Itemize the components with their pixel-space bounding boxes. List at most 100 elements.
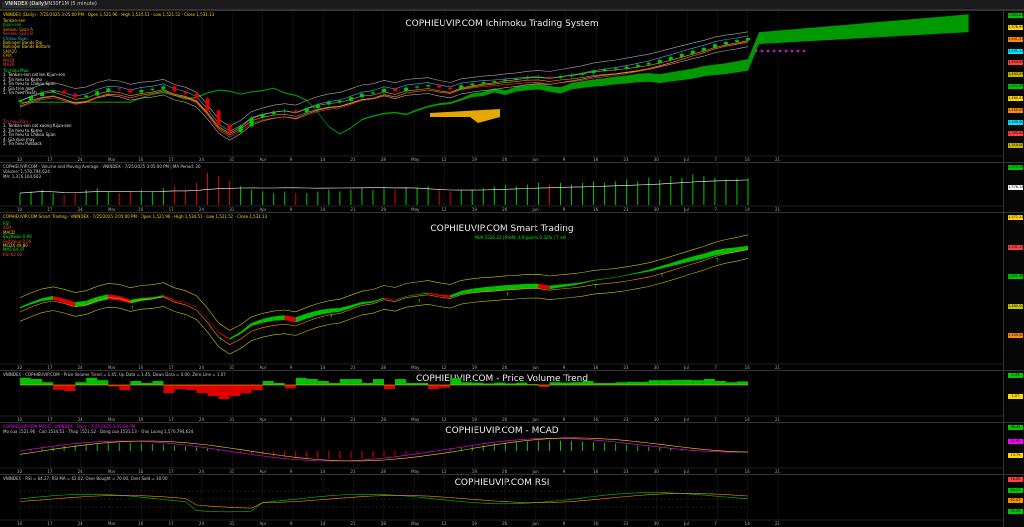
trend-ribbon	[119, 295, 131, 304]
candle	[172, 86, 177, 92]
pvt-area	[428, 385, 440, 389]
candle	[437, 85, 442, 88]
pvt-area	[97, 380, 109, 385]
smart-price-axis[interactable]: 1,572.11 1,531.13 1,521.96 1,460.00 1,400.00	[1003, 213, 1024, 371]
target-dot	[754, 49, 758, 53]
ichimoku-price-axis[interactable]: 1,604.01 1,578.95 1,541.31 1,531.13 1,500.84…	[1003, 11, 1024, 163]
candle	[415, 86, 420, 88]
pvt-area	[582, 381, 594, 385]
x-tick-label: 17	[47, 521, 53, 526]
rsi-chart[interactable]: 10 17 24 Mar 10 17 24 31 Apr 9 14 21 28 May 12 19 26 Jun 9…	[0, 475, 1004, 527]
pvt-area	[339, 379, 351, 385]
pvt-area	[20, 377, 31, 385]
trend-ribbon	[483, 286, 495, 292]
pvt-area	[571, 382, 583, 385]
pvt-area	[494, 382, 506, 385]
ichimoku-pane[interactable]: VNINDEX (Daily) · 7/25/2025 3:05:00 PM ·…	[0, 10, 1024, 163]
candle	[514, 78, 519, 80]
candle	[95, 91, 100, 96]
volume-price-axis[interactable]: 1,570.79M 1,376.16M	[1003, 163, 1024, 213]
pvt-area	[317, 381, 329, 385]
macd-chart[interactable]: 10 17 24 Mar 10 17 24 31 Apr 9 14 21 28 May 12 19 26 Jun 9…	[0, 423, 1004, 475]
pvt-area	[648, 380, 660, 385]
pvt-area	[681, 379, 693, 385]
price-tag: 30.00	[1008, 508, 1023, 514]
candle	[580, 73, 585, 75]
pvt-area	[251, 385, 263, 390]
pvt-area	[361, 383, 373, 385]
pvt-area	[384, 385, 395, 389]
candle	[459, 85, 464, 90]
pvt-area	[593, 383, 605, 385]
volume-pane[interactable]: COPHIEUVIP.COM - Volume and Moving Avera…	[0, 162, 1024, 213]
tab-vn30f1m[interactable]: VN30F1M (5 minute)	[42, 1, 100, 8]
pvt-pane[interactable]: VNINDEX - COPHIEUVIP.COM - Price Volume …	[0, 370, 1024, 423]
price-tag: 1,376.16M	[1008, 185, 1024, 190]
candle	[249, 117, 254, 127]
pvt-area	[295, 377, 307, 385]
x-tick-label: 24	[199, 521, 205, 526]
pvt-area	[637, 381, 649, 385]
trend-ribbon	[42, 296, 54, 301]
candle	[746, 38, 750, 41]
trend-ribbon	[626, 272, 638, 276]
pvt-price-axis[interactable]: 1.45 1.07	[1003, 371, 1024, 423]
trend-ribbon	[229, 331, 241, 340]
candle	[404, 87, 409, 92]
x-tick-label: Apr	[260, 521, 267, 526]
volume-chart[interactable]: 10 17 24 Mar 10 17 24 31 Apr 9 14 21 28 May 12 19 26 Jun 9…	[0, 163, 1004, 213]
trend-ribbon	[361, 301, 373, 305]
candle	[668, 57, 673, 60]
pvt-area	[185, 385, 197, 390]
candle	[205, 98, 210, 111]
candle	[348, 97, 353, 101]
pvt-area	[174, 385, 186, 389]
trend-ribbon	[428, 292, 440, 296]
pvt-area	[615, 382, 627, 385]
price-tag: 62.02	[1008, 498, 1023, 503]
price-tag: 1,541.31	[1008, 36, 1024, 42]
pvt-area	[670, 379, 682, 385]
pvt-area	[549, 382, 561, 385]
smart-chart[interactable]: 10 17 24 Mar 10 17 24 31 Apr 9 14 21 28 May 12 19 26 Jun 9…	[0, 213, 1004, 371]
candle	[503, 79, 508, 82]
candle	[106, 88, 111, 92]
buy-arrow: ↑	[130, 305, 134, 311]
pvt-area	[450, 378, 462, 385]
ichimoku-chart[interactable]: 10 17 24 Mar 10 17 24 31 Apr 9 14 21 28 May 12 19 26 Jun 9…	[0, 11, 1004, 163]
buy-arrow: ↑	[660, 273, 664, 279]
candle	[315, 104, 320, 109]
macd-price-axis[interactable]: 36.41 22.62 13.79	[1003, 423, 1024, 475]
x-tick-label: 24	[78, 521, 84, 526]
macd-pane[interactable]: COPHIEUVIP.COM MACD - VNINDEX - Daily - …	[0, 422, 1024, 475]
x-tick-label: Mar	[108, 521, 116, 526]
pvt-area	[284, 385, 296, 389]
trend-ribbon	[417, 292, 429, 295]
rsi-price-axis[interactable]: 70.00 64.27 62.02 30.00	[1003, 475, 1024, 527]
smart-trading-pane[interactable]: COPHIEUVIP.COM Smart Trading · VNINDEX ·…	[0, 212, 1024, 371]
x-tick-label: 9	[563, 521, 566, 526]
x-tick-label: 19	[472, 521, 478, 526]
pvt-area	[604, 383, 616, 385]
pvt-area	[417, 383, 429, 385]
trend-ribbon	[692, 253, 704, 261]
candle	[62, 90, 67, 94]
x-tick-label: May	[411, 521, 420, 526]
trend-ribbon	[185, 302, 197, 308]
buy-arrow: ↑	[417, 299, 421, 305]
trend-ribbon	[681, 256, 693, 264]
price-tag: 1,450.05	[1008, 107, 1024, 113]
target-dot	[802, 49, 806, 53]
trend-ribbon	[262, 316, 274, 323]
x-tick-label: 26	[502, 521, 508, 526]
x-tick-label: 21	[351, 521, 357, 526]
rsi-pane[interactable]: VNINDEX - RSI = 64.27, RSI MA = 62.02, O…	[0, 474, 1024, 527]
candle	[624, 66, 629, 69]
candle	[701, 47, 706, 51]
candle	[393, 88, 398, 92]
candle	[150, 88, 155, 91]
target-dot	[760, 49, 764, 53]
trend-ribbon	[593, 278, 605, 281]
pvt-chart[interactable]: 10 17 24 Mar 10 17 24 31 Apr 9 14 21 28 May 12 19 26 Jun 9…	[0, 371, 1004, 423]
candle	[260, 114, 265, 118]
